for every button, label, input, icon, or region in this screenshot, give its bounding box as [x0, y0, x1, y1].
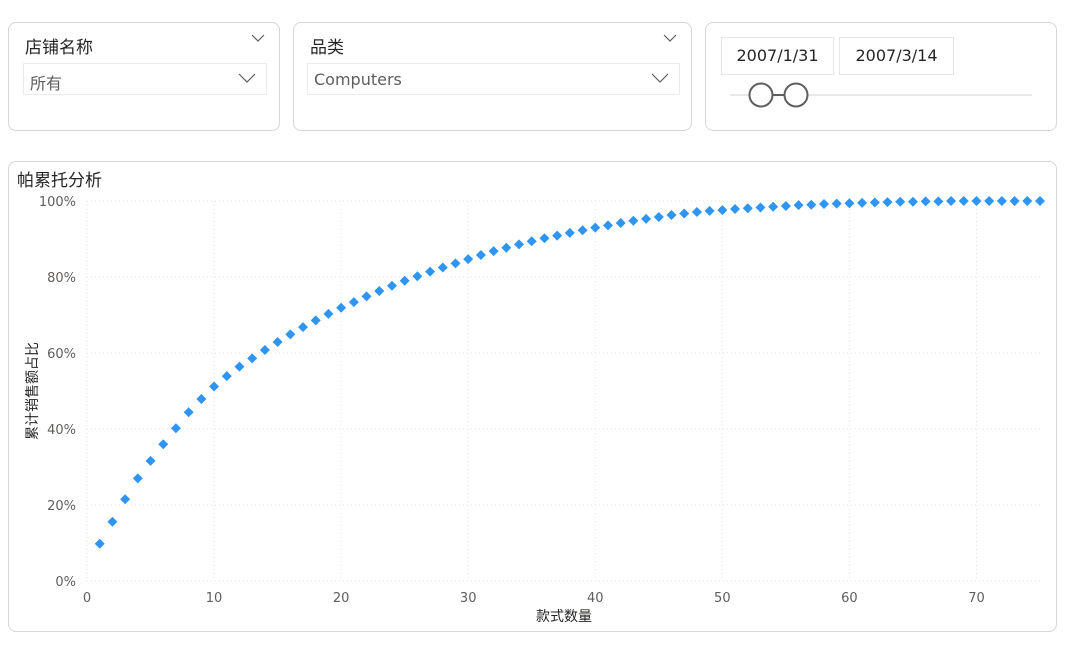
data-point[interactable] — [120, 494, 131, 505]
data-point[interactable] — [780, 200, 791, 211]
data-point[interactable] — [679, 208, 690, 219]
data-point[interactable] — [615, 218, 626, 229]
pareto-chart: 帕累托分析 0% 20% 40% 60% 80% 100% 0 10 20 30 40 50 60 70… — [17, 171, 1045, 625]
data-point[interactable] — [1009, 196, 1020, 206]
data-point[interactable] — [869, 197, 880, 208]
data-points — [94, 196, 1045, 549]
x-tick-label: 70 — [968, 591, 985, 606]
data-point[interactable] — [564, 227, 575, 238]
data-point[interactable] — [323, 308, 334, 319]
y-tick-label: 80% — [47, 271, 76, 286]
data-point[interactable] — [310, 315, 321, 326]
data-point[interactable] — [831, 198, 842, 209]
data-point[interactable] — [170, 423, 181, 434]
data-point[interactable] — [653, 211, 664, 222]
data-point[interactable] — [285, 329, 296, 340]
x-tick-label: 20 — [333, 591, 350, 606]
data-point[interactable] — [933, 196, 944, 207]
data-point[interactable] — [704, 205, 715, 216]
data-point[interactable] — [691, 207, 702, 218]
data-point[interactable] — [107, 516, 118, 527]
grid-lines — [86, 200, 1040, 582]
data-point[interactable] — [196, 393, 207, 404]
data-point[interactable] — [437, 262, 448, 273]
data-point[interactable] — [361, 291, 372, 302]
data-point[interactable] — [666, 210, 677, 221]
data-point[interactable] — [209, 381, 220, 392]
data-point[interactable] — [348, 297, 359, 308]
data-point[interactable] — [895, 196, 906, 207]
x-tick-label: 40 — [587, 591, 604, 606]
data-point[interactable] — [386, 280, 397, 291]
data-point[interactable] — [501, 242, 512, 253]
data-point[interactable] — [958, 196, 969, 206]
data-point[interactable] — [946, 196, 957, 206]
data-point[interactable] — [1022, 196, 1033, 206]
data-point[interactable] — [526, 236, 537, 247]
data-point[interactable] — [132, 473, 143, 484]
data-point[interactable] — [641, 213, 652, 224]
data-point[interactable] — [730, 203, 741, 214]
y-axis-ticks: 0% 20% 40% 60% 80% 100% — [39, 195, 76, 590]
data-point[interactable] — [577, 225, 588, 236]
data-point[interactable] — [336, 302, 347, 313]
data-point[interactable] — [984, 196, 995, 206]
data-point[interactable] — [768, 201, 779, 212]
y-tick-label: 0% — [55, 575, 76, 590]
data-point[interactable] — [552, 230, 563, 241]
y-axis-label: 累计销售额占比 — [25, 342, 41, 440]
data-point[interactable] — [183, 407, 194, 418]
data-point[interactable] — [158, 439, 169, 450]
x-axis-label: 款式数量 — [536, 609, 592, 625]
data-point[interactable] — [882, 197, 893, 208]
x-tick-label: 30 — [460, 591, 477, 606]
data-point[interactable] — [857, 197, 868, 208]
data-point[interactable] — [742, 203, 753, 214]
data-point[interactable] — [602, 220, 613, 231]
data-point[interactable] — [996, 196, 1007, 206]
data-point[interactable] — [907, 196, 918, 207]
y-tick-label: 100% — [39, 195, 76, 210]
data-point[interactable] — [717, 205, 728, 216]
data-point[interactable] — [628, 215, 639, 226]
data-point[interactable] — [298, 322, 309, 333]
y-tick-label: 60% — [47, 347, 76, 362]
data-point[interactable] — [145, 455, 156, 466]
data-point[interactable] — [844, 198, 855, 209]
data-point[interactable] — [539, 233, 550, 244]
data-point[interactable] — [399, 275, 410, 286]
data-point[interactable] — [755, 202, 766, 213]
data-point[interactable] — [412, 271, 423, 282]
y-tick-label: 20% — [47, 499, 76, 514]
data-point[interactable] — [463, 254, 474, 265]
data-point[interactable] — [971, 196, 982, 206]
data-point[interactable] — [259, 344, 270, 355]
x-tick-label: 10 — [206, 591, 223, 606]
chart-title: 帕累托分析 — [17, 171, 102, 191]
x-tick-label: 0 — [83, 591, 91, 606]
data-point[interactable] — [450, 258, 461, 269]
data-point[interactable] — [488, 246, 499, 257]
data-point[interactable] — [94, 538, 105, 549]
x-tick-label: 60 — [841, 591, 858, 606]
x-axis-ticks: 0 10 20 30 40 50 60 70 — [83, 591, 985, 606]
y-tick-label: 40% — [47, 423, 76, 438]
data-point[interactable] — [272, 336, 283, 347]
data-point[interactable] — [793, 200, 804, 211]
data-point[interactable] — [234, 361, 245, 372]
x-tick-label: 50 — [714, 591, 731, 606]
data-point[interactable] — [920, 196, 931, 207]
data-point[interactable] — [247, 353, 258, 364]
data-point[interactable] — [475, 249, 486, 260]
data-point[interactable] — [221, 371, 232, 382]
data-point[interactable] — [374, 286, 385, 297]
data-point[interactable] — [1035, 196, 1045, 206]
data-point[interactable] — [514, 239, 525, 250]
data-point[interactable] — [590, 222, 601, 233]
data-point[interactable] — [425, 266, 436, 277]
